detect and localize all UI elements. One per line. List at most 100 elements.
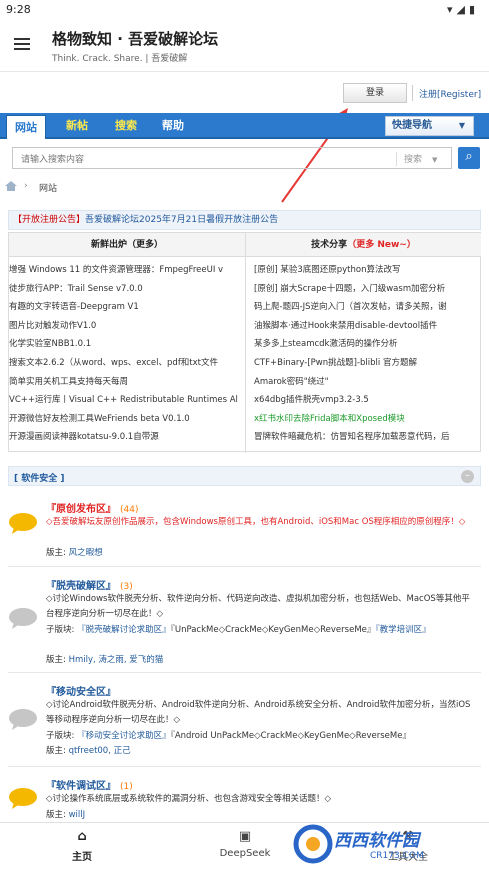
list-item[interactable]: 码上爬-题四-JS逆向入门（首次发帖，请多关照，谢 bbox=[254, 298, 478, 317]
tab-help[interactable]: 帮助 bbox=[162, 117, 184, 133]
forum-description: ◇讨论操作系统底层或系统软件的漏洞分析、也包含游戏安全等相关话题！◇ bbox=[46, 794, 332, 804]
forum-title[interactable]: 『脱壳破解区』 (3) bbox=[46, 577, 133, 592]
forum-bubble-icon bbox=[9, 709, 37, 730]
forum-divider bbox=[8, 672, 481, 673]
announcement-text[interactable]: 吾爱破解论坛2025年7月21日暑假开放注册公告 bbox=[85, 215, 278, 225]
forum-title[interactable]: 『软件调试区』 (1) bbox=[46, 777, 133, 792]
battery-icon: ▮ bbox=[468, 3, 479, 16]
list-item[interactable]: [原创] 崩大Scrape十四题，入门级wasm加密分析 bbox=[254, 280, 478, 299]
list-item[interactable]: 冒牌软件暗藏危机：仿冒知名程序加载恶意代码，后 bbox=[254, 428, 478, 447]
forum-name: 『原创发布区』 bbox=[46, 504, 116, 515]
list-item[interactable]: [原创] 某验3底图还原python算法改写 bbox=[254, 261, 478, 280]
announcement-tag: 【开放注册公告】 bbox=[13, 215, 86, 225]
right-column-header[interactable]: 技术分享（更多 New~） bbox=[246, 233, 481, 257]
forum-count: (1) bbox=[120, 782, 133, 792]
forum-count: (44) bbox=[120, 505, 139, 515]
section-header: [ 软件安全 ] – bbox=[8, 466, 481, 486]
list-item[interactable]: x红书水印去除Frida脚本和Xposed模块 bbox=[254, 410, 478, 429]
tab-new-posts[interactable]: 新帖 bbox=[66, 117, 88, 133]
moderators-link[interactable]: willJ bbox=[69, 810, 86, 820]
login-divider bbox=[412, 85, 413, 101]
forum-subforums: 子版块: 『移动安全讨论求助区』『Android UnPackMe◇CrackM… bbox=[46, 729, 411, 741]
forum-description: ◇讨论Android软件脱壳分析、Android软件逆向分析、Android系统… bbox=[46, 700, 471, 725]
moderators-link[interactable]: Hmily, 涛之雨, 爱飞的猫 bbox=[69, 655, 164, 665]
list-item[interactable]: 简单实用关机工具支持每天每周 bbox=[9, 373, 241, 392]
forum-item[interactable]: 『移动安全区』 ◇讨论Android软件脱壳分析、Android软件逆向分析、A… bbox=[8, 683, 481, 763]
list-item[interactable]: CTF+Binary-[Pwn挑战题]-blibli 官方题解 bbox=[254, 354, 478, 373]
app-bar: 格物致知 · 吾爱破解论坛 Think. Crack. Share. | 吾爱破… bbox=[0, 20, 489, 72]
moderators-label: 版主: bbox=[46, 655, 66, 665]
collapse-icon[interactable]: – bbox=[461, 470, 474, 483]
left-column-list: 增强 Windows 11 的文件资源管理器：FmpegFreeUI v 徒步旅… bbox=[9, 261, 241, 447]
list-item[interactable]: 开源漫画阅读神器kotatsu-9.0.1自带源 bbox=[9, 428, 241, 447]
status-time: 9:28 bbox=[6, 3, 31, 16]
moderators-label: 版主: bbox=[46, 548, 66, 558]
right-column-more[interactable]: （更多 New~） bbox=[347, 240, 416, 250]
subforum-link[interactable]: 『移动安全讨论求助区』 bbox=[77, 731, 171, 741]
forum-subforums: 子版块: 『脱壳破解讨论求助区』『UnPackMe◇CrackMe◇KeyGen… bbox=[46, 623, 431, 635]
menu-icon[interactable] bbox=[14, 38, 30, 50]
moderators-link[interactable]: qtfreet00, 正己 bbox=[69, 746, 131, 756]
list-item[interactable]: Amarok密码"绕过" bbox=[254, 373, 478, 392]
subforum-link[interactable]: 『Android UnPackMe◇CrackMe◇KeyGenMe◇Rever… bbox=[171, 731, 411, 741]
tab-search[interactable]: 搜索 bbox=[115, 117, 137, 133]
forum-bubble-icon bbox=[9, 788, 37, 809]
announcement-bar[interactable]: 【开放注册公告】吾爱破解论坛2025年7月21日暑假开放注册公告 bbox=[8, 210, 481, 230]
quick-nav-button[interactable]: 快捷导航 ▼ bbox=[385, 116, 474, 136]
moderators-link[interactable]: 风之暇想 bbox=[69, 548, 103, 558]
right-column-list: [原创] 某验3底图还原python算法改写 [原创] 崩大Scrape十四题，… bbox=[254, 261, 478, 447]
subforum-link[interactable]: 『教学培训区』 bbox=[375, 625, 430, 635]
list-item[interactable]: x64dbg插件脱壳vmp3.2-3.5 bbox=[254, 391, 478, 410]
watermark-brand: 西西软件园 bbox=[334, 831, 419, 851]
search-button[interactable]: ⌕ bbox=[458, 147, 480, 169]
right-column-title: 技术分享 bbox=[311, 240, 348, 250]
subforum-link[interactable]: 『UnPackMe◇CrackMe◇KeyGenMe◇ReverseMe』 bbox=[171, 625, 376, 635]
forum-item[interactable]: 『脱壳破解区』 (3) ◇讨论Windows软件脱壳分析、软件逆向分析、代码逆向改… bbox=[8, 577, 481, 667]
forum-name: 『移动安全区』 bbox=[46, 687, 116, 698]
list-item[interactable]: 徒步旅行APP：Trail Sense v7.0.0 bbox=[9, 280, 241, 299]
search-input[interactable]: 请输入搜索内容 搜索 ▼ bbox=[12, 147, 452, 169]
search-type-label: 搜索 bbox=[404, 155, 423, 165]
moderators-label: 版主: bbox=[46, 746, 66, 756]
chat-icon: ▣ bbox=[238, 829, 252, 844]
forum-item[interactable]: 『软件调试区』 (1) ◇讨论操作系统底层或系统软件的漏洞分析、也包含游戏安全等相… bbox=[8, 777, 481, 822]
home-icon: ⌂ bbox=[77, 829, 87, 844]
list-item[interactable]: 开源微信好友检测工具WeFriends beta V0.1.0 bbox=[9, 410, 241, 429]
list-item[interactable]: 某多多上steamcdk激活码的操作分析 bbox=[254, 335, 478, 354]
subforum-link[interactable]: 『脱壳破解讨论求助区』 bbox=[77, 625, 171, 635]
breadcrumb-current: 网站 bbox=[39, 184, 58, 194]
search-placeholder: 请输入搜索内容 bbox=[21, 155, 85, 165]
latest-posts-panel: 新鲜出炉（更多） 技术分享（更多 New~） 增强 Windows 11 的文件… bbox=[8, 232, 481, 453]
search-type-select[interactable]: 搜索 ▼ bbox=[404, 152, 437, 165]
forum-divider bbox=[8, 566, 481, 567]
app-subtitle: Think. Crack. Share. | 吾爱破解 bbox=[52, 54, 188, 64]
nav-home[interactable]: ⌂ 主页 bbox=[60, 829, 104, 863]
chevron-right-icon: › bbox=[24, 181, 28, 191]
section-title[interactable]: [ 软件安全 ] bbox=[14, 471, 65, 484]
list-item[interactable]: VC++运行库丨Visual C++ Redistributable Runti… bbox=[9, 391, 241, 410]
forum-moderators: 版主: Hmily, 涛之雨, 爱飞的猫 bbox=[46, 653, 163, 665]
list-item[interactable]: 增强 Windows 11 的文件资源管理器：FmpegFreeUI v bbox=[9, 261, 241, 280]
list-item[interactable]: 油猴脚本·通过Hook来禁用disable-devtool插件 bbox=[254, 317, 478, 336]
register-link[interactable]: 注册[Register] bbox=[419, 87, 481, 100]
list-item[interactable]: 图片比对触发动作V1.0 bbox=[9, 317, 241, 336]
home-icon[interactable] bbox=[5, 181, 17, 191]
subforums-label: 子版块: bbox=[46, 625, 75, 635]
forum-item[interactable]: 『原创发布区』 (44) ◇吾爱破解坛友原创作品展示，包含Windows原创工具，… bbox=[8, 500, 481, 560]
list-item[interactable]: 搜索文本2.6.2（从word、wps、excel、pdf和txt文件 bbox=[9, 354, 241, 373]
status-bar: 9:28 ▾◢▮ bbox=[0, 0, 489, 20]
forum-description: ◇讨论Windows软件脱壳分析、软件逆向分析、代码逆向改造、虚拟机加密分析，也… bbox=[46, 594, 470, 619]
list-item[interactable]: 化学实验室NBB1.0.1 bbox=[9, 335, 241, 354]
column-divider bbox=[245, 233, 246, 453]
forum-name: 『脱壳破解区』 bbox=[46, 581, 116, 592]
list-item[interactable]: 有趣的文字转语音-Deepgram V1 bbox=[9, 298, 241, 317]
moderators-label: 版主: bbox=[46, 810, 66, 820]
nav-deepseek[interactable]: ▣ DeepSeek bbox=[215, 829, 275, 859]
nav-bar: 网站 新帖 搜索 帮助 快捷导航 ▼ bbox=[0, 113, 489, 139]
watermark-logo: 西西软件园 CR173.COM bbox=[290, 822, 476, 867]
signal-icon: ◢ bbox=[456, 3, 469, 16]
forum-title[interactable]: 『原创发布区』 (44) bbox=[46, 500, 138, 515]
forum-title[interactable]: 『移动安全区』 bbox=[46, 683, 116, 698]
left-column-header[interactable]: 新鲜出炉（更多） bbox=[9, 233, 245, 257]
tab-site[interactable]: 网站 bbox=[6, 115, 46, 139]
